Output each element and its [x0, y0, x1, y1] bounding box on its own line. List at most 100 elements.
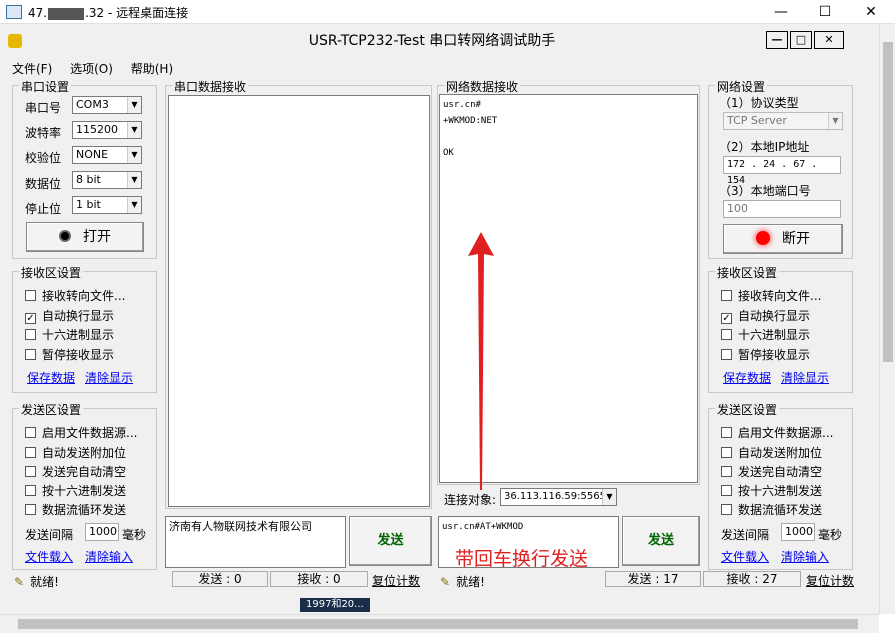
chevron-down-icon: ▼: [828, 113, 842, 129]
loop-send-checkbox[interactable]: 数据流循环发送: [25, 501, 126, 518]
parity-label: 校验位: [25, 151, 62, 165]
serial-recv-textarea[interactable]: [168, 95, 430, 507]
group-title: 发送区设置: [19, 401, 84, 418]
group-title: 接收区设置: [19, 264, 84, 281]
protocol-select[interactable]: TCP Server ▼: [723, 112, 843, 130]
redacted-ip-mask: [48, 7, 85, 20]
serial-send-input[interactable]: 济南有人物联网技术有限公司: [165, 516, 346, 568]
menu-options[interactable]: 选项(O): [70, 62, 113, 76]
right-send-settings-group: 发送区设置 启用文件数据源... 自动发送附加位 发送完自动清空 按十六进制发送…: [708, 401, 853, 570]
left-send-settings-group: 发送区设置 启用文件数据源... 自动发送附加位 发送完自动清空 按十六进制发送…: [12, 401, 157, 570]
group-title: 网络设置: [715, 78, 768, 95]
rdp-horizontal-scrollbar[interactable]: [0, 614, 879, 633]
pause-display-checkbox[interactable]: 暂停接收显示: [25, 346, 114, 363]
net-send-button[interactable]: 发送: [622, 516, 700, 566]
local-ip-input[interactable]: 172 . 24 . 67 . 154: [723, 156, 841, 186]
status-icon: ✎: [440, 575, 451, 589]
file-load-link[interactable]: 文件载入: [25, 548, 73, 565]
usr-tcp232-app-window: USR-TCP232-Test 串口转网络调试助手 — □ ✕ 文件(F) 选项…: [0, 28, 864, 596]
clear-display-link[interactable]: 清除显示: [85, 369, 133, 386]
serial-settings-group: 串口设置 串口号 COM3 ▼ 波特率 115200 ▼ 校验位 NONE ▼ 数据位…: [12, 78, 157, 259]
chevron-down-icon: ▼: [602, 489, 616, 505]
rdp-window-title: 47. .32 - 远程桌面连接: [28, 6, 189, 20]
auto-wrap-checkbox[interactable]: ✓ 自动换行显示: [25, 307, 114, 324]
save-data-link[interactable]: 保存数据: [723, 369, 771, 386]
save-data-link[interactable]: 保存数据: [27, 369, 75, 386]
group-title: 串口设置: [19, 78, 72, 95]
local-port-input[interactable]: 100: [723, 200, 841, 218]
status-ready-left: ✎ 就绪!: [14, 575, 59, 589]
rdp-minimize-button[interactable]: —: [758, 0, 804, 24]
hex-send-checkbox[interactable]: 按十六进制发送: [25, 482, 126, 499]
auto-clear-checkbox[interactable]: 发送完自动清空: [721, 463, 822, 480]
recv-to-file-checkbox[interactable]: 接收转向文件...: [721, 287, 821, 304]
port-select[interactable]: COM3 ▼: [72, 96, 142, 114]
app-minimize-button[interactable]: —: [766, 31, 788, 49]
disconnect-button[interactable]: 断开: [723, 224, 843, 254]
led-off-icon: [59, 230, 71, 242]
clear-input-link[interactable]: 清除输入: [85, 548, 133, 565]
baud-label: 波特率: [25, 126, 62, 140]
parity-select[interactable]: NONE ▼: [72, 146, 142, 164]
stopbits-select[interactable]: 1 bit ▼: [72, 196, 142, 214]
baud-select[interactable]: 115200 ▼: [72, 121, 142, 139]
app-title: USR-TCP232-Test 串口转网络调试助手: [308, 33, 556, 49]
app-maximize-button[interactable]: □: [790, 31, 812, 49]
chevron-down-icon: ▼: [127, 122, 141, 138]
menu-file[interactable]: 文件(F): [12, 62, 52, 76]
local-ip-label: （2）本地IP地址: [719, 140, 810, 154]
local-port-label: （3）本地端口号: [719, 184, 811, 198]
databits-select[interactable]: 8 bit ▼: [72, 171, 142, 189]
led-on-icon: [756, 231, 770, 245]
databits-label: 数据位: [25, 177, 62, 191]
remote-desktop-icon: [6, 5, 22, 19]
recv-to-file-checkbox[interactable]: 接收转向文件...: [25, 287, 125, 304]
auto-append-checkbox[interactable]: 自动发送附加位: [25, 444, 126, 461]
menu-help[interactable]: 帮助(H): [131, 62, 173, 76]
protocol-label: （1）协议类型: [719, 96, 799, 110]
left-recv-settings-group: 接收区设置 接收转向文件... ✓ 自动换行显示 十六进制显示 暂停接收显示 保存…: [12, 264, 157, 393]
red-annotation-arrow: [468, 232, 494, 490]
auto-append-checkbox[interactable]: 自动发送附加位: [721, 444, 822, 461]
hex-display-checkbox[interactable]: 十六进制显示: [721, 326, 810, 343]
hex-send-checkbox[interactable]: 按十六进制发送: [721, 482, 822, 499]
interval-unit: 毫秒: [122, 528, 147, 542]
stopbits-label: 停止位: [25, 202, 62, 216]
interval-label: 发送间隔: [721, 528, 770, 542]
rdp-vertical-scrollbar[interactable]: [879, 24, 895, 614]
group-title: 发送区设置: [715, 401, 780, 418]
interval-input[interactable]: 1000: [85, 523, 119, 541]
chevron-down-icon: ▼: [127, 197, 141, 213]
annotation-text: 带回车换行发送: [455, 548, 589, 570]
clear-display-link[interactable]: 清除显示: [781, 369, 829, 386]
loop-send-checkbox[interactable]: 数据流循环发送: [721, 501, 822, 518]
reset-count-left[interactable]: 复位计数: [372, 572, 420, 589]
rdp-maximize-button[interactable]: ☐: [802, 0, 848, 24]
app-close-button[interactable]: ✕: [814, 31, 844, 49]
file-source-checkbox[interactable]: 启用文件数据源...: [25, 424, 137, 441]
auto-clear-checkbox[interactable]: 发送完自动清空: [25, 463, 126, 480]
rdp-close-button[interactable]: ✕: [848, 0, 894, 24]
menubar: 文件(F) 选项(O) 帮助(H): [12, 60, 187, 76]
hex-display-checkbox[interactable]: 十六进制显示: [25, 326, 114, 343]
taskbar-peek-text: 1997和20...: [300, 598, 370, 612]
group-title: 接收区设置: [715, 264, 780, 281]
interval-unit: 毫秒: [818, 528, 843, 542]
open-port-button[interactable]: 打开: [26, 222, 144, 252]
serial-recv-group: 串口数据接收: [165, 78, 432, 509]
file-load-link[interactable]: 文件载入: [721, 548, 769, 565]
port-label: 串口号: [25, 101, 62, 115]
file-source-checkbox[interactable]: 启用文件数据源...: [721, 424, 833, 441]
auto-wrap-checkbox[interactable]: ✓ 自动换行显示: [721, 307, 810, 324]
interval-input[interactable]: 1000: [781, 523, 815, 541]
clear-input-link[interactable]: 清除输入: [781, 548, 829, 565]
net-settings-group: 网络设置 （1）协议类型 TCP Server ▼ （2）本地IP地址 172 .…: [708, 78, 853, 259]
group-title: 串口数据接收: [172, 78, 249, 95]
status-ready-right: ✎ 就绪!: [440, 575, 485, 589]
connect-target-label: 连接对象:: [444, 493, 497, 507]
connect-target-select[interactable]: 36.113.116.59:5565 ▼: [500, 488, 617, 506]
pause-display-checkbox[interactable]: 暂停接收显示: [721, 346, 810, 363]
status-sent-left: 发送 : 0: [172, 571, 268, 587]
reset-count-right[interactable]: 复位计数: [806, 572, 854, 589]
serial-send-button[interactable]: 发送: [349, 516, 432, 566]
